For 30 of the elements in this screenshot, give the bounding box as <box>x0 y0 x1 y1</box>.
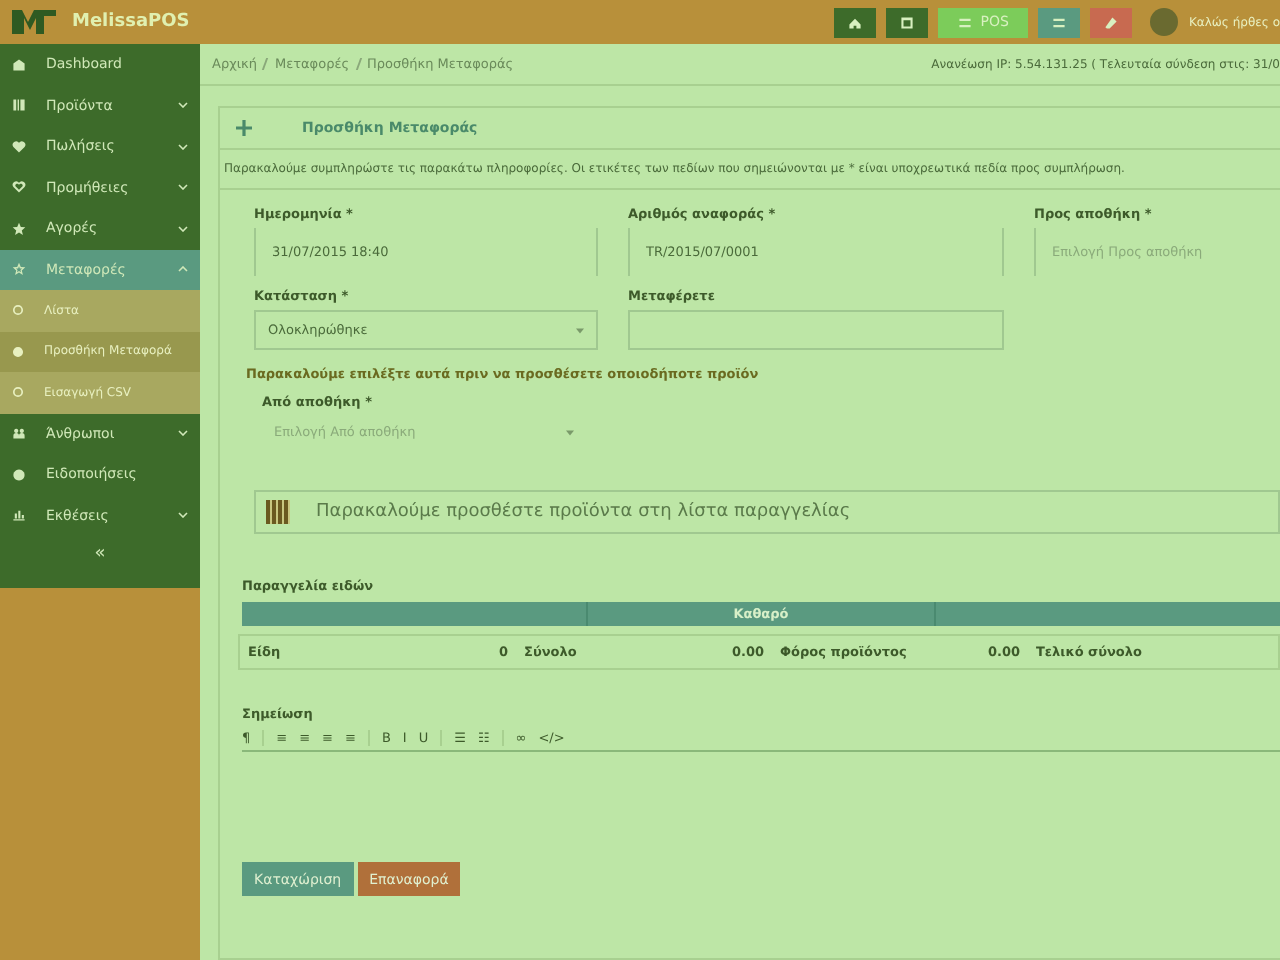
heart-outline-icon <box>12 180 26 195</box>
input-field[interactable] <box>628 310 1004 350</box>
star-icon <box>12 221 26 236</box>
window-button[interactable] <box>886 7 929 37</box>
product-search-field[interactable]: Παρακαλούμε προσθέστε προϊόντα στη λίστα παραγγελίας <box>254 490 1280 534</box>
eraser-button[interactable] <box>1090 7 1133 37</box>
list-button[interactable] <box>1038 7 1081 37</box>
circle-icon <box>12 386 24 399</box>
pos-icon <box>958 15 973 29</box>
barcode-icon <box>12 98 26 113</box>
brand-name: MelissaPOS <box>72 12 190 32</box>
chart-icon <box>12 508 26 523</box>
barcode-icon <box>266 500 290 524</box>
caret-icon <box>566 429 574 435</box>
logo-icon <box>12 10 56 34</box>
star-outline-icon <box>12 262 26 277</box>
circle-icon <box>12 304 24 317</box>
caret-icon <box>576 327 584 333</box>
home-button[interactable] <box>834 7 877 37</box>
eraser-icon <box>1104 15 1119 29</box>
window-icon <box>900 15 915 29</box>
plus-icon <box>236 120 252 136</box>
circle-icon <box>12 345 24 358</box>
collapse-button[interactable]: « <box>0 536 200 572</box>
dashboard-icon <box>12 57 26 72</box>
avatar-icon[interactable] <box>1150 8 1179 36</box>
people-icon <box>12 426 26 441</box>
list-icon <box>1052 15 1067 29</box>
heart-icon <box>12 139 26 154</box>
home-icon <box>848 15 863 29</box>
